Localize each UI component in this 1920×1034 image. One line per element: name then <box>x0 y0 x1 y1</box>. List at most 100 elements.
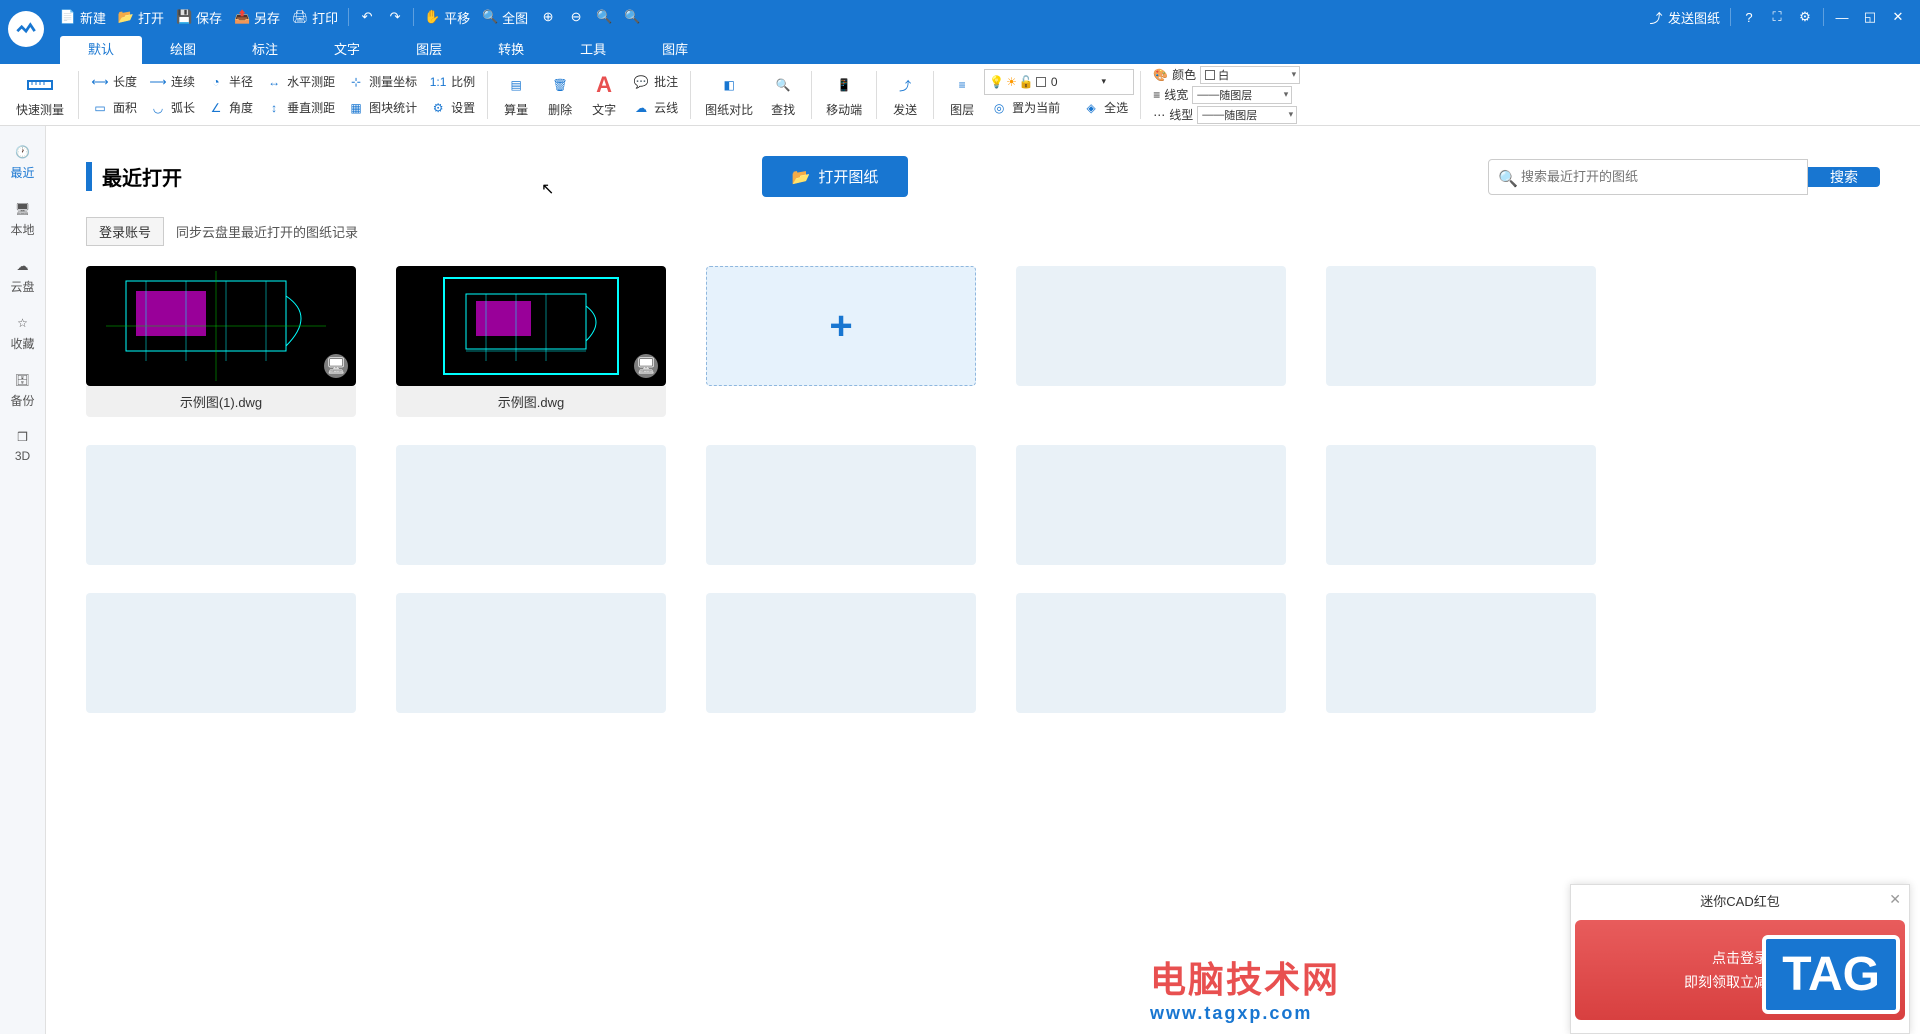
measure-area-button[interactable]: ▭面积 <box>85 95 143 121</box>
continuous-icon: ⟶ <box>149 73 167 91</box>
file-card[interactable]: 🖥 示例图.dwg <box>396 266 666 417</box>
text-button[interactable]: A文字 <box>582 67 626 123</box>
search-input[interactable] <box>1488 159 1808 195</box>
sidebar-item-recent[interactable]: 🕐最近 <box>0 138 45 185</box>
print-button[interactable]: 🖨打印 <box>286 0 344 34</box>
compare-icon: ◧ <box>715 71 743 99</box>
sidebar-item-favorite[interactable]: ☆收藏 <box>0 309 45 356</box>
zoom-in-button[interactable]: ⊕ <box>534 0 562 34</box>
select-all-icon: ◈ <box>1082 99 1100 117</box>
undo-button[interactable]: ↶ <box>353 0 381 34</box>
fullscreen-button[interactable]: ⛶ <box>1763 3 1791 31</box>
close-button[interactable]: ✕ <box>1884 3 1912 31</box>
measure-coord-button[interactable]: ⊹测量坐标 <box>341 69 423 95</box>
settings-button[interactable]: ⚙设置 <box>423 95 481 121</box>
lock-icon: 🔓 <box>1019 75 1034 89</box>
help-button[interactable]: ? <box>1735 3 1763 31</box>
tab-dimension[interactable]: 标注 <box>224 36 306 64</box>
minimize-button[interactable]: — <box>1828 3 1856 31</box>
linewidth-select[interactable]: —— 随图层 <box>1192 86 1292 104</box>
measure-arc-button[interactable]: ◡弧长 <box>143 95 201 121</box>
annotate-button[interactable]: 💬批注 <box>626 69 684 95</box>
color-select[interactable]: 白 <box>1200 66 1300 84</box>
measure-icon <box>26 71 54 99</box>
arc-icon: ◡ <box>149 99 167 117</box>
separator <box>348 8 349 26</box>
sidebar-item-3d[interactable]: ❒3D <box>0 423 45 467</box>
monitor-icon: 🖥 <box>324 354 348 378</box>
measure-angle-button[interactable]: ∠角度 <box>201 95 259 121</box>
select-all-button[interactable]: ◈全选 <box>1076 95 1134 121</box>
measure-radius-button[interactable]: ◔半径 <box>201 69 259 95</box>
empty-slot <box>1016 593 1286 713</box>
open-drawing-button[interactable]: 📂 打开图纸 <box>762 156 909 197</box>
sidebar-item-backup[interactable]: 🗄备份 <box>0 366 45 413</box>
zoom-window-button[interactable]: 🔍 <box>590 0 618 34</box>
add-file-card[interactable]: + <box>706 266 976 417</box>
export-icon: 📤 <box>234 9 250 25</box>
set-current-button[interactable]: ◎置为当前 <box>984 95 1066 121</box>
send-drawing-button[interactable]: ⤴发送图纸 <box>1642 0 1726 34</box>
measure-length-button[interactable]: ⟷长度 <box>85 69 143 95</box>
tab-draw[interactable]: 绘图 <box>142 36 224 64</box>
delete-button[interactable]: 🗑删除 <box>538 67 582 123</box>
page-title: 最近打开 <box>86 162 182 191</box>
search-button[interactable]: 搜索 <box>1808 167 1880 187</box>
tab-convert[interactable]: 转换 <box>470 36 552 64</box>
zoom-prev-button[interactable]: 🔍 <box>618 0 646 34</box>
area-icon: ▭ <box>91 99 109 117</box>
empty-slot <box>86 593 356 713</box>
linetype-select[interactable]: —— 随图层 <box>1197 106 1297 124</box>
send-button[interactable]: ⤴发送 <box>883 67 927 123</box>
scale-button[interactable]: 1:1比例 <box>423 69 481 95</box>
cloud-line-button[interactable]: ☁云线 <box>626 95 684 121</box>
popup-close-button[interactable]: ✕ <box>1889 891 1901 908</box>
new-button[interactable]: 📄新建 <box>54 0 112 34</box>
empty-slot <box>396 445 666 565</box>
tab-text[interactable]: 文字 <box>306 36 388 64</box>
redo-button[interactable]: ↷ <box>381 0 409 34</box>
layer-button[interactable]: ≡图层 <box>940 67 984 123</box>
zoom-icon: 🔍 <box>596 9 612 25</box>
zoom-extents-button[interactable]: 🔍全图 <box>476 0 534 34</box>
calc-button[interactable]: ▤算量 <box>494 67 538 123</box>
cloud-icon: ☁ <box>13 256 33 276</box>
cube-icon: ❒ <box>13 427 33 447</box>
upload-icon: ⤴ <box>1648 9 1664 25</box>
tab-layer[interactable]: 图层 <box>388 36 470 64</box>
measure-vert-button[interactable]: ↕垂直测距 <box>259 95 341 121</box>
login-button[interactable]: 登录账号 <box>86 217 164 246</box>
measure-continuous-button[interactable]: ⟶连续 <box>143 69 201 95</box>
layer-state-row[interactable]: 💡 ☀ 🔓 0 ▾ <box>984 69 1134 95</box>
monitor-icon: 🖥 <box>13 199 33 219</box>
color-wheel-icon: 🎨 <box>1153 68 1168 82</box>
block-stat-button[interactable]: ▦图块统计 <box>341 95 423 121</box>
maximize-button[interactable]: ◱ <box>1856 3 1884 31</box>
measure-horiz-button[interactable]: ↔水平测距 <box>259 69 341 95</box>
compare-button[interactable]: ◧图纸对比 <box>697 67 761 123</box>
file-thumbnail: 🖥 <box>396 266 666 386</box>
mobile-button[interactable]: 📱移动端 <box>818 67 870 123</box>
zoom-out-icon: ⊖ <box>568 9 584 25</box>
tab-tools[interactable]: 工具 <box>552 36 634 64</box>
open-button[interactable]: 📂打开 <box>112 0 170 34</box>
pan-button[interactable]: ✋平移 <box>418 0 476 34</box>
file-card[interactable]: 🖥 示例图(1).dwg <box>86 266 356 417</box>
tab-library[interactable]: 图库 <box>634 36 716 64</box>
clock-icon: 🕐 <box>13 142 33 162</box>
minimize-icon: — <box>1836 10 1849 25</box>
saveas-button[interactable]: 📤另存 <box>228 0 286 34</box>
sync-text: 同步云盘里最近打开的图纸记录 <box>176 222 358 241</box>
settings-button[interactable]: ⚙ <box>1791 3 1819 31</box>
quick-measure-button[interactable]: 快速测量 <box>8 67 72 123</box>
sidebar-item-local[interactable]: 🖥本地 <box>0 195 45 242</box>
zoom-out-button[interactable]: ⊖ <box>562 0 590 34</box>
zoom-icon: 🔍 <box>624 9 640 25</box>
sidebar-item-cloud[interactable]: ☁云盘 <box>0 252 45 299</box>
trash-icon: 🗑 <box>546 71 574 99</box>
tab-default[interactable]: 默认 <box>60 36 142 64</box>
layers-icon: ≡ <box>948 71 976 99</box>
save-button[interactable]: 💾保存 <box>170 0 228 34</box>
plus-icon: + <box>829 304 852 349</box>
find-button[interactable]: 🔍查找 <box>761 67 805 123</box>
